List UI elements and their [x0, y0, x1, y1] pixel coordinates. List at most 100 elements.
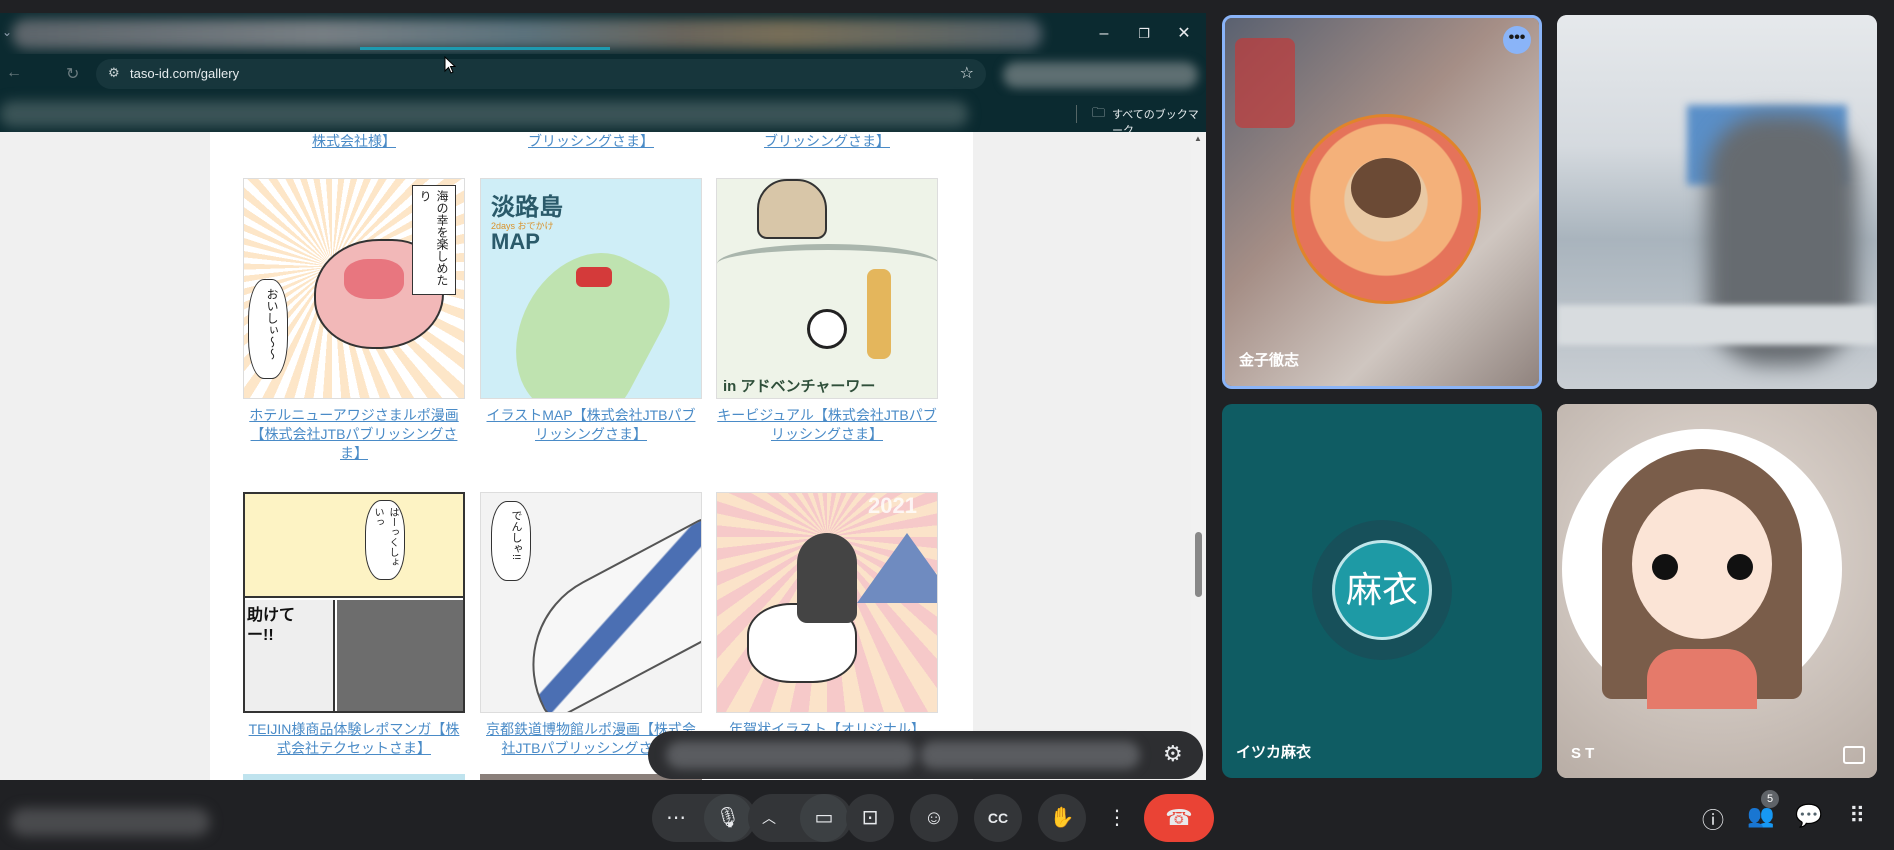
poster-illustration: [1235, 38, 1295, 128]
blurred-bookmarks: [0, 101, 968, 127]
blurred-extensions: [1003, 62, 1198, 88]
camera-icon[interactable]: ▭: [800, 794, 848, 842]
speech-bubble: はーっくしょいっ: [365, 500, 405, 580]
site-info-icon[interactable]: ⚙: [108, 65, 120, 81]
emoji-icon: ☺: [923, 807, 945, 829]
gallery-thumb-adventure-world[interactable]: in アドベンチャーワー: [716, 178, 938, 399]
tile-more-options-icon[interactable]: •••: [1503, 26, 1531, 54]
activities-grid-icon[interactable]: ⠿: [1842, 803, 1872, 829]
restore-window-icon[interactable]: ❐: [1126, 21, 1162, 47]
scrollbar-thumb[interactable]: [1195, 532, 1202, 597]
thumb-label: in アドベンチャーワー: [723, 378, 876, 395]
gallery-caption[interactable]: キービジュアル【株式会社JTBパブリッシングさま】: [716, 406, 938, 444]
bookmark-star-icon[interactable]: ☆: [960, 63, 974, 83]
comic-panel: [337, 600, 463, 711]
car-illustration: [576, 267, 612, 287]
speech-bubble: おいしぃ〜〜: [248, 279, 288, 379]
more-actions-button[interactable]: ⋮: [1102, 794, 1132, 842]
map-label: MAP: [491, 229, 540, 254]
rider-illustration: [797, 533, 857, 623]
participant-name: 金子徹志: [1239, 352, 1300, 369]
participant-tile-st[interactable]: S T: [1557, 404, 1877, 778]
gallery-caption-top-2[interactable]: ブリッシングさま】: [480, 132, 702, 151]
participant-name: イツカ麻衣: [1236, 744, 1312, 761]
participant-tile-kaneko[interactable]: ••• 金子徹志: [1222, 15, 1542, 389]
gallery-thumb-new-year-card[interactable]: 2021: [716, 492, 938, 713]
picture-in-picture-icon[interactable]: [1843, 746, 1865, 764]
gallery-caption[interactable]: TEIJIN様商品体験レポマンガ【株式会社テクセットさま】: [243, 720, 465, 758]
gallery-thumb-teijin-manga[interactable]: はーっくしょいっ 助けてー!!: [243, 492, 465, 713]
more-options-icon[interactable]: ⋯: [666, 794, 686, 842]
reactions-button[interactable]: ☺: [910, 794, 958, 842]
url-text: taso-id.com/gallery: [130, 66, 240, 81]
gallery-caption[interactable]: ホテルニューアワジさまルポ漫画【株式会社JTBパブリッシングさま】: [243, 406, 465, 463]
avatar-eye-illustration: [1652, 554, 1678, 580]
gallery-thumb-awaji-map[interactable]: 淡路島 2days おでかけ MAP: [480, 178, 702, 399]
avatar: 麻衣: [1332, 540, 1432, 640]
camera-group: ︿ ▭: [748, 794, 852, 842]
folder-icon: 🗀: [1092, 105, 1106, 120]
rail-illustration: [717, 244, 937, 284]
leave-call-button[interactable]: ☎: [1144, 794, 1214, 842]
camera-options-chevron-icon[interactable]: ︿: [762, 794, 776, 842]
captions-icon: CC: [987, 810, 1009, 826]
mountain-illustration: [857, 533, 937, 603]
screen: ⌄ – ❐ ✕ ← ↻ ⚙ taso-id.com/gallery ☆ 🗀 すべ…: [0, 0, 1894, 850]
year-label: 2021: [868, 493, 917, 518]
people-count-badge: 5: [1761, 790, 1779, 808]
speech-bubble: でんしゃ!!: [491, 501, 531, 581]
gallery-thumb-railway-museum[interactable]: でんしゃ!!: [480, 492, 702, 713]
map-title: 淡路島: [491, 194, 563, 221]
scroll-up-arrow-icon[interactable]: ▲: [1194, 134, 1202, 143]
participant-name: S T: [1571, 745, 1595, 762]
hang-up-icon: ☎: [1165, 805, 1193, 830]
blurred-notification-text: [666, 741, 916, 769]
giraffe-illustration: [867, 269, 891, 359]
tab-search-chevron-icon[interactable]: ⌄: [2, 25, 12, 39]
gallery-caption-top-1[interactable]: 株式会社様】: [243, 132, 465, 151]
sticker-face-illustration: [1351, 158, 1421, 218]
meeting-control-bar: ⋯ 🎙 ︿ ▭ ⊡ ☺ CC ✋ ⋮ ☎ ⓘ 👥 5 💬 ⠿: [0, 780, 1894, 850]
avatar-eye-illustration: [1727, 554, 1753, 580]
desk-illustration: [1557, 305, 1877, 345]
mouse-cursor-icon: [444, 56, 456, 74]
captions-button[interactable]: CC: [974, 794, 1022, 842]
presentation-notification-bar: ⚙: [648, 731, 1203, 779]
close-window-icon[interactable]: ✕: [1166, 21, 1202, 47]
gallery-caption[interactable]: イラストMAP【株式会社JTBパブリッシングさま】: [480, 406, 702, 444]
fish-illustration: [344, 259, 404, 299]
gallery-thumb-sashimi-manga[interactable]: 海の幸を楽しめたり おいしぃ〜〜: [243, 178, 465, 399]
person-illustration: [757, 179, 827, 239]
shared-screen-browser: ⌄ – ❐ ✕ ← ↻ ⚙ taso-id.com/gallery ☆ 🗀 すべ…: [0, 13, 1206, 780]
bookmarks-bar: 🗀 すべてのブックマーク: [0, 96, 1206, 137]
gallery-caption-top-3[interactable]: ブリッシングさま】: [716, 132, 938, 151]
blurred-meeting-name: [10, 808, 210, 836]
settings-gear-icon[interactable]: ⚙: [1163, 741, 1183, 767]
address-bar[interactable]: ⚙ taso-id.com/gallery ☆: [96, 59, 986, 89]
raise-hand-button[interactable]: ✋: [1038, 794, 1086, 842]
meeting-info-icon[interactable]: ⓘ: [1698, 803, 1728, 835]
mic-group: ⋯ 🎙: [652, 794, 756, 842]
back-arrow-icon[interactable]: ←: [6, 64, 22, 82]
blurred-notification-text: [920, 741, 1140, 769]
reload-icon[interactable]: ↻: [66, 64, 79, 84]
page-scrollbar[interactable]: ▲: [1191, 132, 1206, 780]
comic-shout: 助けてー!!: [247, 607, 296, 644]
microphone-icon[interactable]: 🎙: [704, 794, 752, 842]
bookmarks-divider: [1076, 105, 1077, 123]
participant-tile-itsuka[interactable]: 麻衣 イツカ麻衣: [1222, 404, 1542, 778]
comic-panel: [245, 494, 463, 598]
speech-bubble: 海の幸を楽しめたり: [412, 185, 456, 295]
avatar-shirt-illustration: [1647, 649, 1757, 709]
gallery-page: 株式会社様】 ブリッシングさま】 ブリッシングさま】 海の幸を楽しめたり おいし…: [210, 132, 973, 780]
participant-tile-classroom[interactable]: [1557, 15, 1877, 389]
chat-icon[interactable]: 💬: [1794, 803, 1824, 829]
browser-tab-bar: ⌄ – ❐ ✕: [0, 13, 1206, 54]
active-tab-indicator: [360, 47, 610, 50]
vertical-dots-icon: ⋮: [1107, 807, 1127, 829]
browser-toolbar: ← ↻ ⚙ taso-id.com/gallery ☆: [0, 54, 1206, 96]
present-screen-button[interactable]: ⊡: [846, 794, 894, 842]
minimize-window-icon[interactable]: –: [1086, 21, 1122, 47]
hand-icon: ✋: [1049, 807, 1075, 829]
page-viewport: 株式会社様】 ブリッシングさま】 ブリッシングさま】 海の幸を楽しめたり おいし…: [0, 132, 1206, 780]
